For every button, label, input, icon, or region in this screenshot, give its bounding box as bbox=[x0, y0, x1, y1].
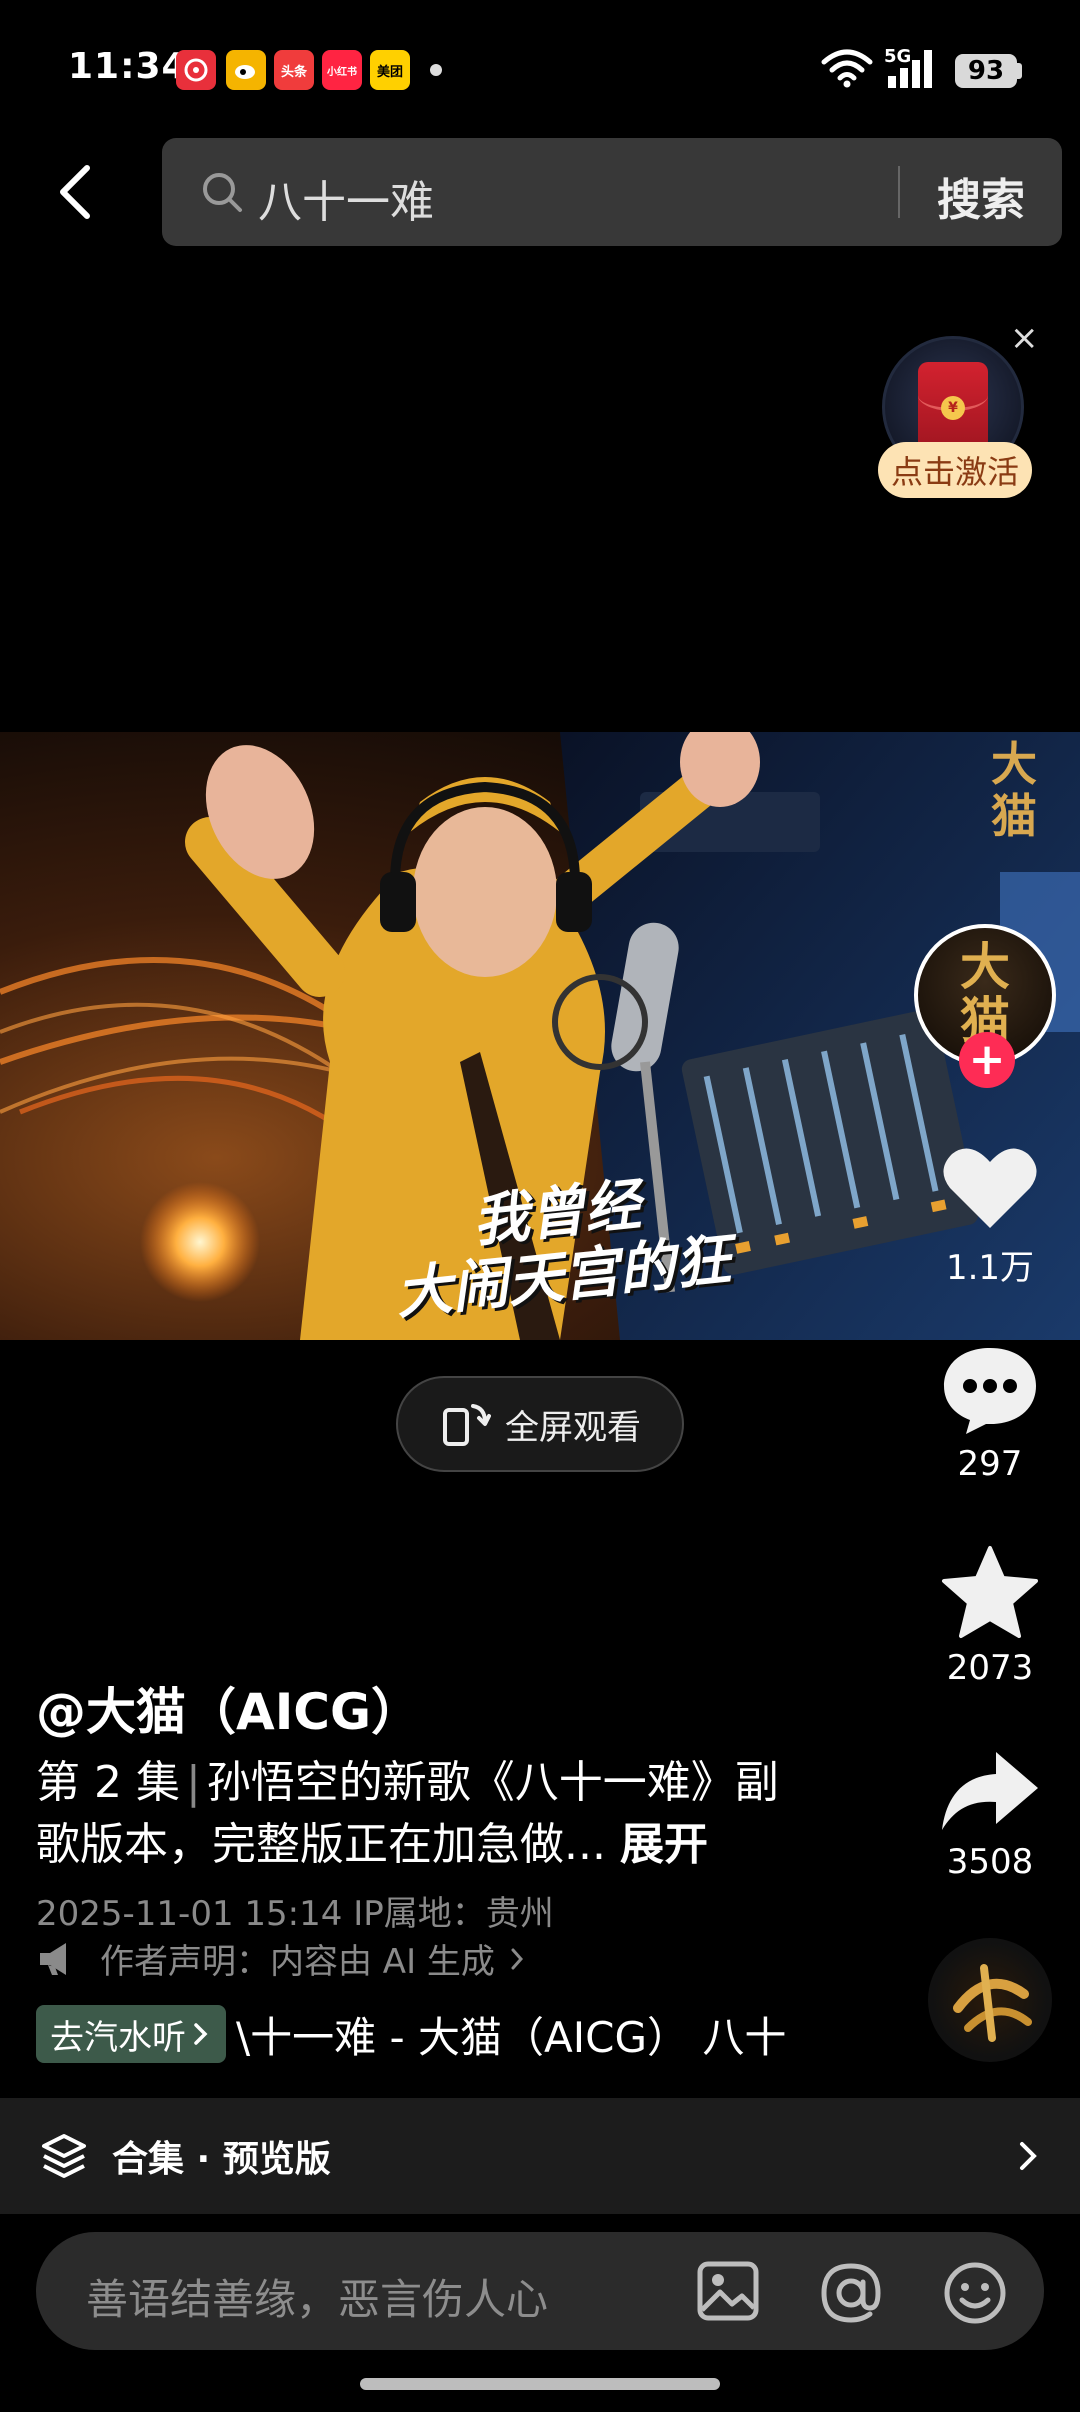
comment-input[interactable]: 善语结善缘，恶言伤人心 bbox=[86, 2266, 548, 2327]
status-time: 11:34 bbox=[68, 46, 188, 87]
video-description[interactable]: 第 2 集 | 孙悟空的新歌《八十一难》副歌版本，完整版正在加急做... 展开 bbox=[36, 1752, 816, 1876]
music-disc[interactable] bbox=[928, 1938, 1052, 2062]
music-title-marquee: \十一难 - 大猫（AICG） 八十 bbox=[236, 2012, 787, 2062]
image-icon bbox=[697, 2261, 759, 2321]
search-divider bbox=[898, 166, 900, 218]
collection-label: 合集 · 预览版 bbox=[112, 2139, 331, 2180]
fullscreen-rotate-icon bbox=[443, 1404, 491, 1446]
chevron-right-icon bbox=[511, 1948, 523, 1969]
brand-logo: 大猫 bbox=[960, 738, 1070, 858]
video-player[interactable]: 我曾经 大闹天宫的狂 bbox=[0, 732, 1080, 1340]
author-declaration[interactable]: 作者声明：内容由 AI 生成 bbox=[36, 1934, 529, 1983]
image-picker-button[interactable] bbox=[696, 2260, 760, 2326]
episode-separator: | bbox=[185, 1757, 201, 1808]
status-bar: 11:34 头条 小红书 美团 5G 93 bbox=[0, 0, 1080, 130]
publish-meta: 2025-11-01 15:14 IP属地：贵州 bbox=[36, 1894, 554, 1934]
declaration-text: 作者声明：内容由 AI 生成 bbox=[100, 1942, 495, 1982]
fullscreen-button[interactable]: 全屏观看 bbox=[396, 1376, 684, 1472]
notification-icon-weibo bbox=[226, 50, 266, 90]
red-envelope-icon: ¥ bbox=[918, 362, 988, 454]
wifi-icon bbox=[820, 46, 874, 90]
qishui-label: 去汽水听 bbox=[50, 2017, 186, 2058]
search-bar[interactable]: 八十一难 搜索 bbox=[162, 138, 1062, 246]
follow-button[interactable]: + bbox=[959, 1032, 1015, 1088]
layers-icon bbox=[42, 2134, 86, 2178]
activate-label[interactable]: 点击激活 bbox=[878, 442, 1032, 498]
share-count: 3508 bbox=[946, 1842, 1034, 1882]
collection-bar[interactable]: 合集 · 预览版 bbox=[0, 2098, 1080, 2214]
red-packet-widget[interactable]: ¥ 点击激活 bbox=[878, 334, 1032, 504]
episode-label: 第 2 集 bbox=[36, 1757, 180, 1808]
comment-button[interactable]: 297 bbox=[920, 1344, 1060, 1484]
expand-button[interactable]: 展开 bbox=[620, 1819, 708, 1870]
back-button[interactable] bbox=[40, 150, 110, 234]
share-button[interactable]: 3508 bbox=[920, 1748, 1060, 1882]
chevron-right-icon bbox=[194, 2023, 208, 2045]
home-indicator[interactable] bbox=[360, 2378, 720, 2390]
fullscreen-label: 全屏观看 bbox=[505, 1407, 641, 1448]
search-icon bbox=[200, 170, 244, 218]
battery-tip bbox=[1017, 63, 1022, 79]
like-button[interactable]: 1.1万 bbox=[920, 1142, 1060, 1289]
mention-button[interactable] bbox=[818, 2260, 884, 2330]
comment-bubble-icon bbox=[944, 1348, 1036, 1434]
chevron-right-icon bbox=[1020, 2142, 1037, 2170]
star-icon bbox=[942, 1546, 1038, 1638]
notification-icon-meituan: 美团 bbox=[370, 50, 410, 90]
smiley-icon bbox=[944, 2262, 1006, 2324]
comment-input-bar[interactable]: 善语结善缘，恶言伤人心 bbox=[36, 2232, 1044, 2350]
back-arrow-icon bbox=[60, 165, 90, 219]
share-arrow-icon bbox=[942, 1752, 1038, 1830]
battery-indicator: 93 bbox=[955, 54, 1017, 88]
notification-icon-xiaohongshu: 小红书 bbox=[322, 50, 362, 90]
network-type: 5G bbox=[884, 46, 912, 67]
notification-icon-toutiao: 头条 bbox=[274, 50, 314, 90]
megaphone-icon bbox=[40, 1942, 66, 1975]
search-button[interactable]: 搜索 bbox=[937, 164, 1025, 228]
coin-icon: ¥ bbox=[941, 396, 965, 420]
like-count: 1.1万 bbox=[945, 1248, 1035, 1288]
author-name[interactable]: @大猫（AICG） bbox=[36, 1672, 421, 1744]
comment-count: 297 bbox=[957, 1444, 1023, 1484]
emoji-button[interactable] bbox=[942, 2260, 1008, 2330]
heart-icon bbox=[943, 1148, 1037, 1228]
notification-icon-app1 bbox=[176, 50, 216, 90]
music-disc-art bbox=[953, 1964, 1032, 2042]
search-input[interactable]: 八十一难 bbox=[258, 166, 434, 230]
brand-logo-text: 大猫 bbox=[991, 737, 1037, 843]
favorite-count: 2073 bbox=[946, 1648, 1034, 1688]
cellular-signal-icon: 5G bbox=[884, 46, 942, 90]
video-detail-page: 11:34 头条 小红书 美团 5G 93 八十一难 搜索 ¥ 点击激活 × 我… bbox=[0, 0, 1080, 2412]
more-notifications-dot bbox=[430, 64, 442, 76]
at-icon bbox=[821, 2263, 881, 2323]
favorite-button[interactable]: 2073 bbox=[920, 1544, 1060, 1688]
red-packet-close-button[interactable]: × bbox=[1010, 318, 1039, 358]
music-row[interactable]: 去汽水听 \十一难 - 大猫（AICG） 八十 bbox=[36, 2004, 786, 2064]
listen-on-qishui-button[interactable]: 去汽水听 bbox=[36, 2005, 226, 2063]
